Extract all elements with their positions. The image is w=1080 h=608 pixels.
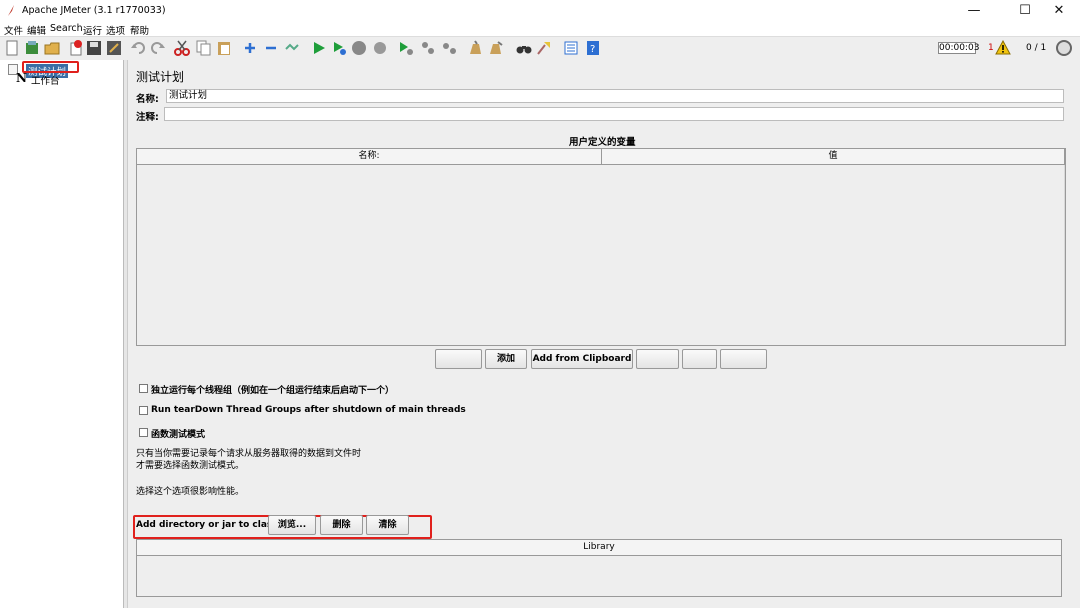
copy-icon[interactable] bbox=[196, 40, 212, 56]
shutdown-icon[interactable] bbox=[372, 40, 388, 56]
expand-all-icon[interactable] bbox=[242, 40, 258, 56]
close-button[interactable]: ✕ bbox=[1041, 0, 1077, 22]
close-file-icon[interactable] bbox=[68, 40, 84, 56]
new-icon[interactable] bbox=[4, 40, 20, 56]
paste-icon[interactable] bbox=[216, 40, 232, 56]
menu-run[interactable]: 运行 bbox=[83, 23, 102, 37]
window-title: Apache JMeter (3.1 r1770033) bbox=[22, 5, 166, 16]
warning-icon[interactable] bbox=[995, 40, 1011, 55]
menu-file[interactable]: 文件 bbox=[4, 23, 23, 37]
templates-icon[interactable] bbox=[24, 40, 40, 56]
user-variables-title: 用户定义的变量 bbox=[569, 137, 636, 148]
functional-note-3: 选择这个选项很影响性能。 bbox=[136, 487, 245, 497]
workbench-icon: N bbox=[16, 71, 27, 85]
search-icon[interactable] bbox=[516, 40, 532, 56]
functional-mode-checkbox[interactable] bbox=[139, 428, 148, 437]
open-icon[interactable] bbox=[44, 40, 60, 56]
tree-node-workbench[interactable]: 工作台 bbox=[31, 73, 60, 87]
add-button[interactable]: 添加 bbox=[485, 349, 527, 369]
serialize-threadgroups-checkbox[interactable] bbox=[139, 384, 148, 393]
menu-bar: 文件 编辑 Search 运行 选项 帮助 bbox=[0, 22, 1080, 37]
column-header-library[interactable]: Library bbox=[137, 540, 1061, 556]
comment-label: 注释: bbox=[136, 112, 159, 123]
remote-stop-icon[interactable] bbox=[420, 40, 436, 56]
library-table[interactable]: Library bbox=[136, 539, 1062, 597]
add-from-clipboard-button[interactable]: Add from Clipboard bbox=[531, 349, 633, 369]
functional-note-2: 才需要选择函数测试模式。 bbox=[136, 461, 245, 471]
maximize-button[interactable]: ☐ bbox=[1007, 0, 1043, 22]
clear-icon[interactable] bbox=[467, 40, 483, 56]
table-edge bbox=[1064, 165, 1065, 345]
column-header-value[interactable]: 值 bbox=[602, 149, 1065, 165]
start-icon[interactable] bbox=[311, 40, 327, 56]
redo-icon[interactable] bbox=[150, 40, 166, 56]
save-screenshot-icon[interactable] bbox=[106, 40, 122, 56]
comment-field[interactable] bbox=[164, 107, 1064, 121]
minimize-button[interactable]: — bbox=[956, 0, 992, 22]
title-bar: Apache JMeter (3.1 r1770033) — ☐ ✕ bbox=[0, 0, 1080, 22]
detail-button[interactable] bbox=[435, 349, 482, 369]
menu-edit[interactable]: 编辑 bbox=[27, 23, 46, 37]
remote-exit-icon[interactable] bbox=[441, 40, 457, 56]
jmeter-feather-icon bbox=[8, 5, 14, 16]
menu-options[interactable]: 选项 bbox=[106, 23, 125, 37]
serialize-threadgroups-label: 独立运行每个线程组（例如在一个组运行结束后启动下一个） bbox=[151, 386, 395, 396]
teardown-label: Run tearDown Thread Groups after shutdow… bbox=[151, 405, 466, 415]
warning-count: 1 bbox=[988, 43, 994, 53]
menu-help[interactable]: 帮助 bbox=[130, 23, 149, 37]
test-tree: 测试计划 N 工作台 bbox=[0, 60, 124, 608]
name-field[interactable]: 测试计划 bbox=[166, 89, 1064, 103]
reset-search-icon[interactable] bbox=[536, 40, 552, 56]
toggle-icon[interactable] bbox=[284, 40, 300, 56]
user-variables-table[interactable]: 名称: 值 bbox=[136, 148, 1066, 346]
function-helper-icon[interactable] bbox=[563, 40, 579, 56]
test-plan-panel: 测试计划 名称: 测试计划 注释: 用户定义的变量 名称: 值 添加 Add f… bbox=[127, 60, 1080, 608]
up-button[interactable] bbox=[682, 349, 717, 369]
name-label: 名称: bbox=[136, 94, 159, 105]
remote-start-icon[interactable] bbox=[398, 40, 414, 56]
remote-globe-icon bbox=[1056, 40, 1072, 56]
highlight-box-test-plan bbox=[22, 61, 79, 73]
down-button[interactable] bbox=[720, 349, 767, 369]
page-title: 测试计划 bbox=[136, 70, 185, 84]
functional-mode-label: 函数测试模式 bbox=[151, 430, 206, 440]
active-threads: 0 / 1 bbox=[1026, 43, 1047, 53]
toolbar: ? 00:00:03 1 0 / 1 bbox=[0, 36, 1080, 60]
undo-icon[interactable] bbox=[130, 40, 146, 56]
svg-text:?: ? bbox=[590, 44, 595, 55]
clear-all-icon[interactable] bbox=[488, 40, 504, 56]
teardown-checkbox[interactable] bbox=[139, 406, 148, 415]
menu-search[interactable]: Search bbox=[50, 23, 83, 34]
delete-row-button[interactable] bbox=[636, 349, 679, 369]
table-edge bbox=[1061, 540, 1062, 556]
stop-icon[interactable] bbox=[351, 40, 367, 56]
help-icon[interactable]: ? bbox=[585, 40, 601, 56]
delete-button[interactable]: 删除 bbox=[320, 515, 363, 535]
save-icon[interactable] bbox=[86, 40, 102, 56]
elapsed-timer: 00:00:03 bbox=[938, 42, 980, 54]
cut-icon[interactable] bbox=[174, 40, 190, 56]
column-header-name[interactable]: 名称: bbox=[137, 149, 602, 165]
clear-button[interactable]: 清除 bbox=[366, 515, 409, 535]
collapse-all-icon[interactable] bbox=[263, 40, 279, 56]
browse-button[interactable]: 浏览... bbox=[268, 515, 316, 535]
start-no-pauses-icon[interactable] bbox=[331, 40, 347, 56]
